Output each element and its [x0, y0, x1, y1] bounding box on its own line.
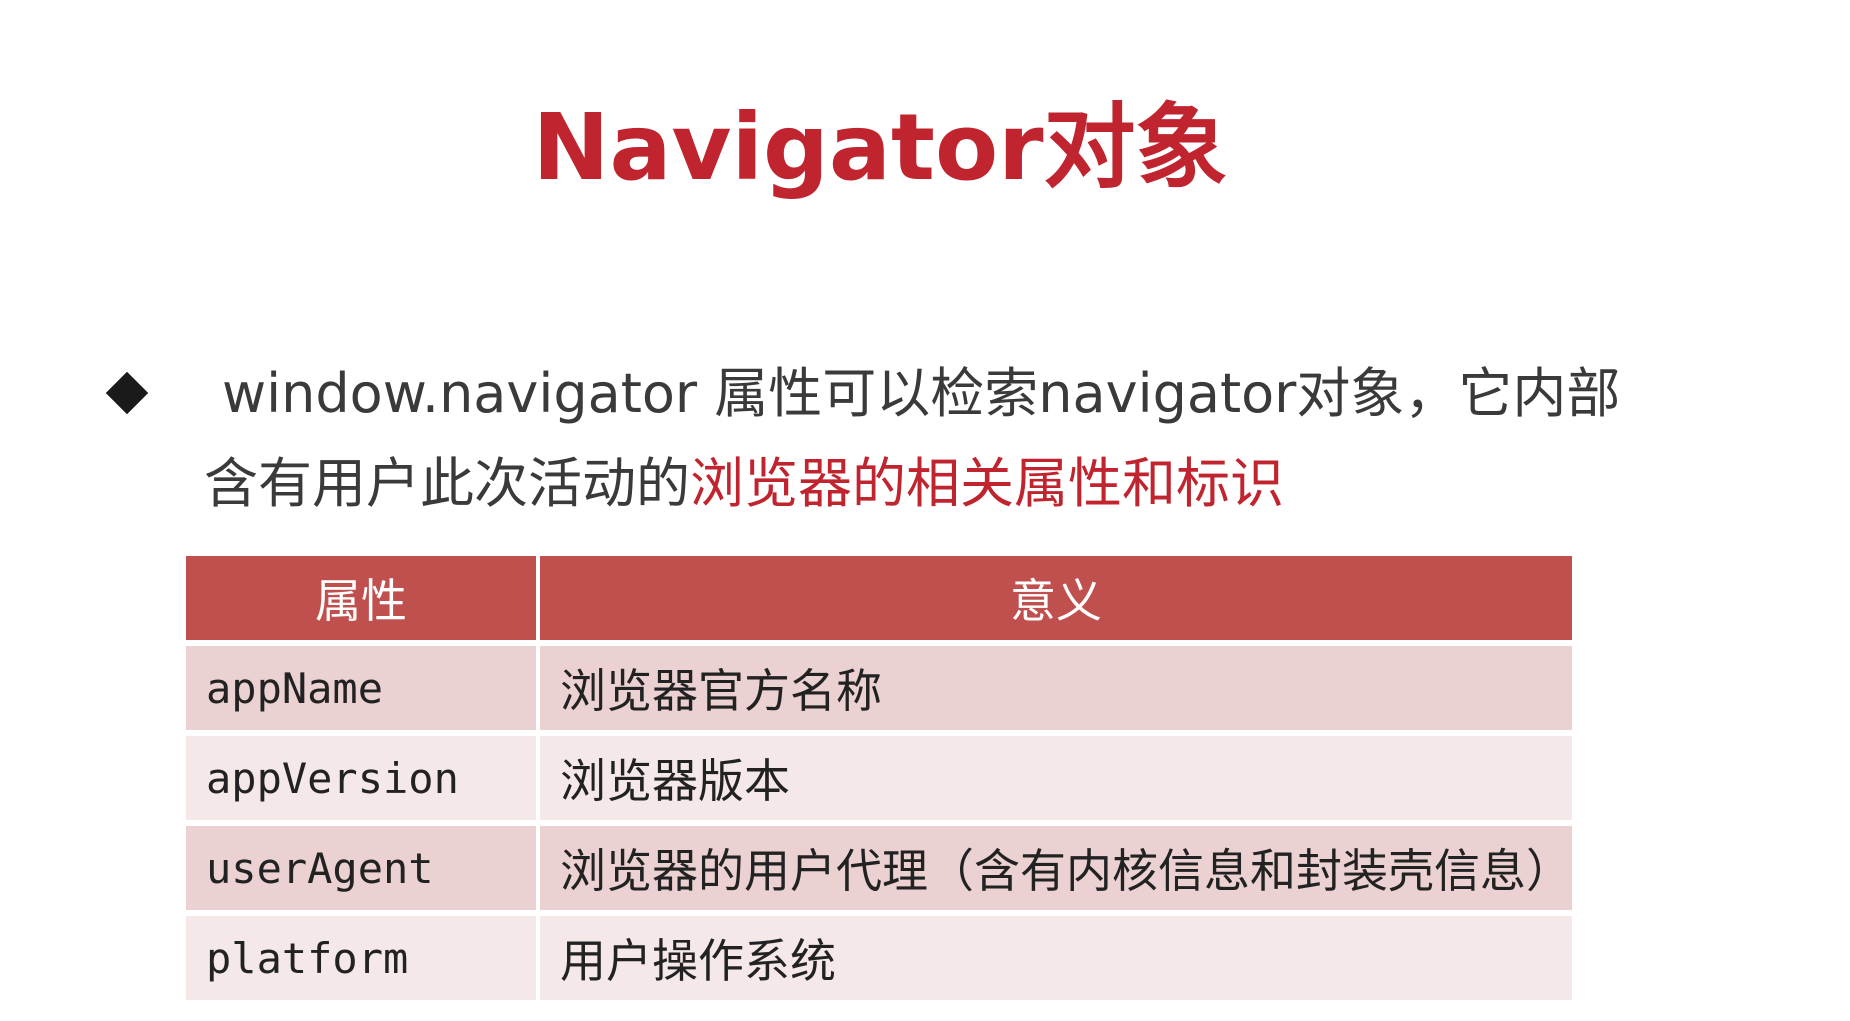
table-header-row: 属性 意义: [186, 556, 1572, 640]
bullet-text-line2: 含有用户此次活动的浏览器的相关属性和标识: [204, 442, 1284, 526]
navigator-properties-table: 属性 意义 appName 浏览器官方名称 appVersion 浏览器版本 u…: [186, 556, 1572, 1006]
meaning-cell: 浏览器版本: [540, 736, 1572, 820]
diamond-bullet-icon: [105, 371, 149, 415]
bullet-text-line1: window.navigator 属性可以检索navigator对象，它内部: [222, 362, 1621, 425]
bullet-text-highlight: 浏览器的相关属性和标识: [690, 452, 1284, 515]
property-cell: appName: [186, 646, 540, 730]
table-row: appName 浏览器官方名称: [186, 646, 1572, 730]
property-cell: userAgent: [186, 826, 540, 910]
table-row: userAgent 浏览器的用户代理（含有内核信息和封装壳信息）: [186, 826, 1572, 910]
header-property: 属性: [186, 556, 540, 640]
meaning-cell: 浏览器的用户代理（含有内核信息和封装壳信息）: [540, 826, 1572, 910]
property-cell: platform: [186, 916, 540, 1000]
slide-title: Navigator对象: [532, 94, 1228, 201]
meaning-cell: 浏览器官方名称: [540, 646, 1572, 730]
slide: Navigator对象 window.navigator 属性可以检索navig…: [0, 0, 1850, 1021]
bullet-text-plain: 含有用户此次活动的: [204, 452, 690, 515]
table-row: platform 用户操作系统: [186, 916, 1572, 1000]
property-cell: appVersion: [186, 736, 540, 820]
table-row: appVersion 浏览器版本: [186, 736, 1572, 820]
meaning-cell: 用户操作系统: [540, 916, 1572, 1000]
header-meaning: 意义: [540, 556, 1572, 640]
